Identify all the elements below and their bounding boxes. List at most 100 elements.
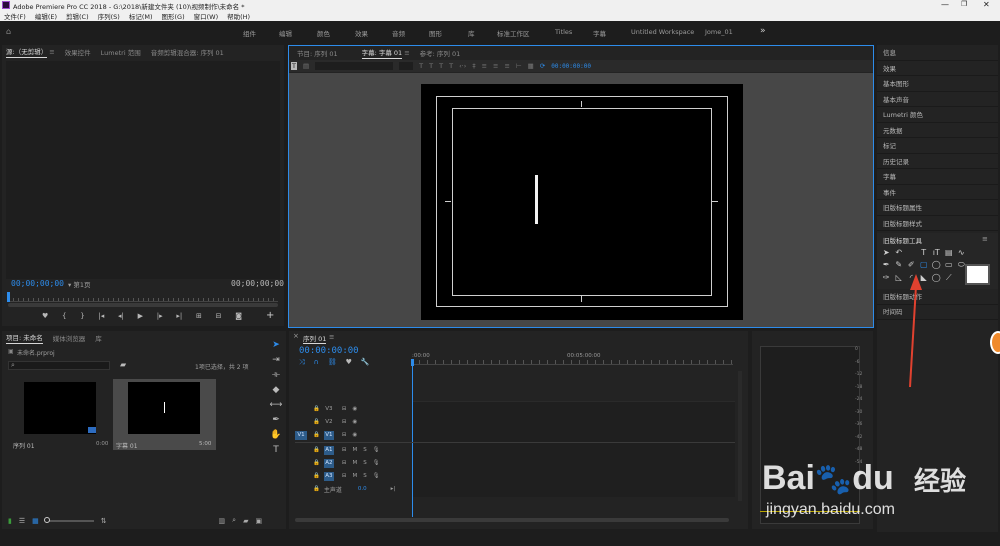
source-patch[interactable] (295, 405, 305, 414)
tab-reference[interactable]: 参考: 序列 01 (420, 48, 461, 58)
panel-events[interactable]: 事件 (877, 185, 998, 200)
source-patch[interactable] (295, 418, 305, 427)
track-name[interactable]: A2 (323, 458, 334, 468)
restore-icon[interactable]: ❐ (961, 0, 967, 8)
mic-icon[interactable]: 🎙 (373, 447, 380, 453)
menu-marker[interactable]: 标记(M) (129, 11, 153, 21)
selection-tool-icon[interactable]: ➤ (880, 248, 893, 257)
panel-menu-icon[interactable]: ≡ (329, 333, 334, 341)
sync-lock-icon[interactable]: ⊟ (342, 432, 347, 438)
panel-history[interactable]: 历史记录 (877, 154, 998, 169)
convert-anchor-tool-icon[interactable]: ✑ (880, 273, 893, 283)
add-anchor-tool-icon[interactable]: ✐ (905, 260, 918, 270)
play-icon[interactable]: ▶ (138, 312, 143, 320)
mark-out-icon[interactable]: } (80, 312, 84, 320)
find-icon[interactable]: ⌕ (232, 516, 236, 525)
go-to-out-icon[interactable]: ▸| (176, 312, 182, 320)
workspace-tab[interactable]: Titles (555, 28, 572, 36)
workspace-tab[interactable]: 标准工作区 (497, 28, 530, 38)
tab-audio-clip-mixer[interactable]: 音频剪辑混合器: 序列 01 (151, 47, 224, 57)
workspace-tab[interactable]: Jome_01 (705, 28, 733, 36)
sync-lock-icon[interactable]: ⊟ (342, 473, 347, 479)
audio-track-a2[interactable]: 🔒 A2 ⊟ M S 🎙 (295, 457, 408, 469)
rectangle-tool-icon[interactable]: ▢ (918, 260, 931, 270)
font-size-icon[interactable]: T (449, 62, 453, 70)
sort-icon[interactable]: ⇅ (101, 517, 107, 525)
insert-sequence-icon[interactable]: ⤨ (299, 358, 305, 367)
master-volume[interactable]: 0.0 (358, 486, 367, 492)
timecode-icon[interactable]: ⟳ (540, 62, 545, 70)
menu-clip[interactable]: 剪辑(C) (66, 11, 89, 21)
go-to-in-icon[interactable]: |◂ (98, 312, 104, 320)
mark-in-icon[interactable]: { (62, 312, 66, 320)
timeline-timecode[interactable]: 00:00:00:00 (299, 346, 359, 356)
align-center-icon[interactable]: ≡ (493, 62, 498, 70)
panel-markers[interactable]: 标记 (877, 138, 998, 154)
panel-info[interactable]: 信息 (877, 45, 998, 61)
lock-icon[interactable]: 🔒 (313, 473, 320, 479)
pen-tool-icon[interactable]: ✒ (880, 260, 893, 270)
mute-button[interactable]: M (352, 460, 357, 466)
workspace-tab[interactable]: 颜色 (317, 28, 330, 38)
clipped-rect-tool-icon[interactable]: ▭ (943, 260, 956, 270)
timeline-vscroll[interactable] (738, 371, 742, 501)
mic-icon[interactable]: 🎙 (373, 460, 380, 466)
add-marker-icon[interactable]: ♥ (346, 358, 352, 367)
lock-icon[interactable]: 🔒 (313, 419, 320, 425)
track-name[interactable]: V2 (324, 418, 334, 427)
panel-legacy-title-properties[interactable]: 旧版标题属性 (877, 200, 998, 216)
title-canvas[interactable] (421, 84, 743, 320)
automate-icon[interactable]: ▥ (219, 517, 226, 525)
panel-metadata[interactable]: 元数据 (877, 123, 998, 138)
track-name[interactable]: A3 (323, 471, 334, 481)
tab-project[interactable]: 项目: 未命名 (6, 332, 43, 344)
menu-window[interactable]: 窗口(W) (194, 11, 219, 21)
tab-effect-controls[interactable]: 效果控件 (65, 47, 91, 57)
add-marker-icon[interactable]: ♥ (42, 312, 48, 320)
tab-program[interactable]: 节目: 序列 01 (297, 48, 338, 58)
panel-legacy-title-actions[interactable]: 旧版标题动作 (877, 289, 998, 305)
project-search-input[interactable]: ⌕ (8, 361, 110, 370)
snap-icon[interactable]: ∩ (314, 358, 319, 367)
timeline-hscroll[interactable] (295, 518, 729, 522)
lock-icon[interactable]: 🔒 (313, 486, 320, 492)
rotation-tool-icon[interactable]: ↶ (893, 248, 906, 257)
line-tool-icon[interactable]: ⟋ (943, 273, 956, 283)
lock-icon[interactable]: 🔒 (313, 406, 320, 412)
panel-captions[interactable]: 字幕 (877, 169, 998, 185)
menu-file[interactable]: 文件(F) (4, 11, 26, 21)
panel-menu-icon[interactable]: ≡ (404, 49, 409, 57)
solo-button[interactable]: S (363, 447, 367, 453)
panel-effects[interactable]: 效果 (877, 61, 998, 76)
sync-lock-icon[interactable]: ⊟ (342, 460, 347, 466)
workspace-tab[interactable]: 效果 (355, 28, 368, 38)
new-bin-footer-icon[interactable]: ▰ (243, 517, 248, 525)
icon-view-icon[interactable]: ▦ (32, 517, 39, 525)
zoom-slider-handle[interactable] (43, 516, 50, 523)
panel-essential-sound[interactable]: 基本声音 (877, 92, 998, 107)
mute-button[interactable]: M (352, 473, 357, 479)
audio-track-a1[interactable]: 🔒 A1 ⊟ M S 🎙 (295, 444, 408, 456)
minimize-icon[interactable]: — (941, 0, 949, 9)
pen-tool-icon[interactable]: ✒ (272, 415, 280, 425)
delete-anchor-tool-icon[interactable]: ✎ (893, 260, 906, 270)
eye-icon[interactable]: ◉ (352, 406, 357, 412)
menu-edit[interactable]: 编辑(E) (35, 11, 57, 21)
slip-tool-icon[interactable]: ⟷ (270, 400, 283, 410)
track-name[interactable]: V1 (323, 430, 334, 440)
panel-timecode[interactable]: 时间码 (877, 304, 998, 320)
source-playhead[interactable] (7, 292, 10, 302)
insert-icon[interactable]: ⊞ (196, 312, 202, 320)
source-patch[interactable]: V1 (295, 430, 307, 440)
align-left-icon[interactable]: ≡ (482, 62, 487, 70)
underline-icon[interactable]: T (439, 62, 443, 70)
add-button-icon[interactable]: + (266, 310, 274, 321)
home-icon[interactable]: ⌂ (6, 27, 11, 36)
workspace-tab[interactable]: 音频 (392, 28, 405, 38)
align-right-icon[interactable]: ≡ (505, 62, 510, 70)
wrench-icon[interactable]: 🔧 (361, 358, 370, 367)
rounded-rect-tool-icon[interactable]: ◯ (930, 260, 943, 270)
master-track[interactable]: 🔒 主声道 0.0 ▸| (295, 483, 408, 495)
panel-legacy-title-styles[interactable]: 旧版标题样式 (877, 216, 998, 231)
video-track-v2[interactable]: 🔒 V2 ⊟ ◉ (295, 416, 408, 428)
